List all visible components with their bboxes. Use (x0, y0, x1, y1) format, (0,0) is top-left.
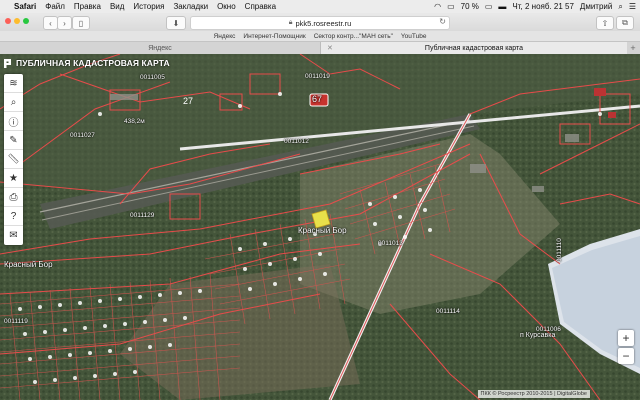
rosreestr-logo-icon (4, 58, 13, 68)
quarter-label: 0011114 (436, 308, 460, 315)
mail-icon: ✉ (9, 230, 18, 241)
show-tabs-button[interactable]: ⧉ (616, 16, 634, 30)
cadastral-map[interactable]: ПУБЛИЧНАЯ КАДАСТРОВАЯ КАРТА ≋ ⌕ ⓘ ✎ 📏︎ ★… (0, 54, 640, 400)
feedback-button[interactable]: ✉ (4, 226, 23, 245)
quarter-label: 0011012 (284, 138, 309, 145)
tab-yandex[interactable]: Яндекс (0, 42, 320, 54)
minus-icon: − (622, 349, 630, 363)
reload-icon[interactable]: ↻ (439, 17, 446, 26)
print-icon: ⎙ (9, 191, 18, 203)
quarter-label: 0011005 (140, 74, 165, 81)
search-button[interactable]: ⌕ (4, 93, 23, 112)
distance-label: 438,2м (124, 118, 145, 125)
layers-button[interactable]: ≋ (4, 74, 23, 93)
pencil-icon: ✎ (9, 134, 18, 146)
user-name[interactable]: Дмитрий (580, 2, 612, 11)
map-title: ПУБЛИЧНАЯ КАДАСТРОВАЯ КАРТА (16, 58, 170, 68)
menu-history[interactable]: История (133, 2, 164, 11)
road-number-67: 67 (312, 94, 323, 104)
minimize-window-button[interactable] (14, 18, 20, 24)
info-icon: ⓘ (8, 117, 19, 129)
lock-icon: 🔒︎ (288, 19, 293, 26)
battery-icon[interactable]: ▭ (485, 2, 493, 11)
address-text: pkk5.rosreestr.ru (295, 18, 352, 28)
place-label: Красный Бор (4, 260, 53, 269)
help-button[interactable]: ? (4, 207, 23, 226)
menu-help[interactable]: Справка (245, 2, 276, 11)
sidebar-icon: ▯ (78, 18, 84, 28)
tab-label: Яндекс (148, 44, 172, 52)
menu-file[interactable]: Файл (45, 2, 65, 11)
map-copyright: ПКК © Росреестр 2010-2015 | DigitalGlobe (477, 390, 590, 398)
zoom-in-button[interactable]: + (618, 330, 634, 346)
airplay-icon[interactable]: ▭ (447, 2, 455, 11)
quarter-label: 0011119 (4, 318, 28, 325)
spotlight-icon[interactable]: ⌕ (618, 2, 622, 12)
map-toolbar: ≋ ⌕ ⓘ ✎ 📏︎ ★ ⎙ ? ✉ (4, 74, 23, 245)
menu-bar: Safari Файл Правка Вид История Закладки … (0, 0, 640, 14)
favorite-youtube[interactable]: YouTube (401, 33, 427, 40)
road-number-27: 27 (183, 96, 194, 106)
quarter-label: 0011019 (305, 73, 330, 80)
chevron-left-icon: ‹ (49, 18, 52, 28)
ruler-icon: 📏︎ (7, 153, 20, 165)
menu-view[interactable]: Вид (110, 2, 124, 11)
menu-bookmarks[interactable]: Закладки (173, 2, 208, 11)
quarter-label: 0011110 (556, 238, 563, 262)
menu-edit[interactable]: Правка (74, 2, 101, 11)
info-button[interactable]: ⓘ (4, 112, 23, 131)
clock[interactable]: Чт, 2 нояб. 21 57 (512, 2, 573, 11)
wifi-icon[interactable]: ◠ (434, 2, 441, 11)
sidebar-button[interactable]: ▯ (72, 16, 90, 30)
chevron-right-icon: › (63, 18, 66, 28)
place-label: Красный Бор (298, 226, 347, 235)
quarter-label: 0011013 (378, 240, 403, 247)
notification-icon[interactable]: ☰ (629, 2, 636, 11)
plus-icon: + (622, 331, 630, 345)
star-icon: ★ (9, 172, 18, 184)
forward-button[interactable]: › (57, 16, 72, 30)
download-icon: ⬇ (172, 18, 180, 28)
browser-toolbar: ‹ › ▯ ⬇ 🔒︎ pkk5.rosreestr.ru ↻ ⇧ ⧉ (0, 13, 640, 31)
favorites-bar: Яндекс Интернет-Помощник Сектор контр...… (0, 31, 640, 41)
tab-label: Публичная кадастровая карта (424, 44, 524, 52)
tabs-icon: ⧉ (622, 18, 628, 27)
back-button[interactable]: ‹ (43, 16, 58, 30)
new-tab-button[interactable]: + (626, 42, 640, 54)
layers-icon: ≋ (9, 77, 18, 89)
status-area: ◠ ▭ 70 % ▭ ▬ Чт, 2 нояб. 21 57 Дмитрий ⌕… (434, 0, 636, 13)
favorites-button[interactable]: ★ (4, 169, 23, 188)
draw-button[interactable]: ✎ (4, 131, 23, 150)
quarter-label: 0011129 (130, 212, 155, 219)
favorite-yandex[interactable]: Яндекс (214, 33, 236, 40)
share-icon: ⇧ (601, 18, 609, 28)
menu-window[interactable]: Окно (217, 2, 236, 11)
map-brand: ПУБЛИЧНАЯ КАДАСТРОВАЯ КАРТА (4, 58, 170, 68)
search-icon: ⌕ (10, 96, 17, 108)
zoom-window-button[interactable] (23, 18, 29, 24)
battery-percent[interactable]: 70 % (461, 2, 479, 11)
help-icon: ? (10, 210, 17, 222)
quarter-label: 0011027 (70, 132, 95, 139)
place-label: п Курсавка (520, 332, 556, 339)
favorite-internet-helper[interactable]: Интернет-Помощник (243, 33, 305, 40)
print-button[interactable]: ⎙ (4, 188, 23, 207)
zoom-out-button[interactable]: − (618, 348, 634, 364)
downloads-button[interactable]: ⬇ (166, 16, 186, 30)
menu-app-name[interactable]: Safari (14, 2, 36, 11)
address-bar[interactable]: 🔒︎ pkk5.rosreestr.ru ↻ (190, 16, 450, 30)
flag-icon[interactable]: ▬ (498, 2, 506, 11)
close-window-button[interactable] (5, 18, 11, 24)
tab-bar: Яндекс ✕ Публичная кадастровая карта + (0, 41, 640, 55)
measure-button[interactable]: 📏︎ (4, 150, 23, 169)
favorite-sector[interactable]: Сектор контр..."МАН сеть" (314, 33, 393, 40)
close-tab-icon[interactable]: ✕ (327, 44, 333, 52)
share-button[interactable]: ⇧ (596, 16, 614, 30)
tab-cadastral-map[interactable]: ✕ Публичная кадастровая карта (320, 42, 627, 54)
